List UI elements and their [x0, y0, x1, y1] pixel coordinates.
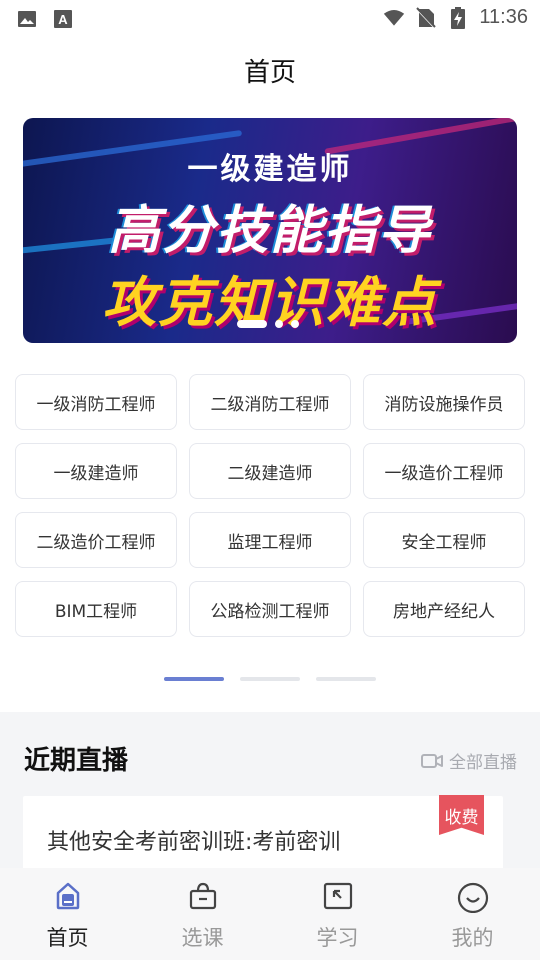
category-button[interactable]: 公路检测工程师: [189, 581, 351, 637]
category-button[interactable]: 一级造价工程师: [363, 443, 525, 499]
promo-banner[interactable]: 一级建造师 高分技能指导 攻克知识难点: [23, 118, 517, 343]
category-button[interactable]: 房地产经纪人: [363, 581, 525, 637]
tab-label: 我的: [451, 926, 494, 950]
category-button[interactable]: 监理工程师: [189, 512, 351, 568]
tab-courses[interactable]: 选课: [135, 868, 270, 960]
tab-home[interactable]: 首页: [0, 868, 135, 960]
font-icon: A: [52, 8, 74, 30]
pager-bar: [240, 677, 300, 681]
image-icon: [16, 8, 38, 30]
tab-label: 学习: [316, 926, 359, 950]
status-bar: A 11:36: [0, 0, 540, 36]
svg-text:A: A: [58, 12, 68, 27]
category-button[interactable]: 安全工程师: [363, 512, 525, 568]
video-camera-icon: [421, 750, 443, 772]
home-icon: [50, 878, 86, 914]
no-sim-icon: [415, 6, 437, 29]
category-button[interactable]: 一级建造师: [15, 443, 177, 499]
all-live-link[interactable]: 全部直播: [421, 748, 517, 773]
banner-dot: [291, 320, 299, 328]
tab-profile[interactable]: 我的: [405, 868, 540, 960]
category-button[interactable]: 二级造价工程师: [15, 512, 177, 568]
battery-charging-icon: [447, 6, 469, 29]
bottom-tab-bar: 首页 选课 学习 我的: [0, 868, 540, 960]
tab-study[interactable]: 学习: [270, 868, 405, 960]
tab-label: 选课: [181, 926, 224, 950]
tab-label: 首页: [46, 926, 89, 950]
banner-dot: [275, 320, 283, 328]
pager-bar-active: [164, 677, 224, 681]
study-icon: [320, 878, 356, 914]
all-live-label: 全部直播: [449, 753, 517, 773]
category-button[interactable]: 一级消防工程师: [15, 374, 177, 430]
live-section-title: 近期直播: [24, 746, 129, 776]
live-course-card[interactable]: 其他安全考前密训班:考前密训 收费: [23, 795, 503, 876]
category-button[interactable]: 消防设施操作员: [363, 374, 525, 430]
category-button[interactable]: 二级建造师: [189, 443, 351, 499]
category-pager: [164, 677, 376, 681]
category-button[interactable]: 二级消防工程师: [189, 374, 351, 430]
pager-bar: [316, 677, 376, 681]
banner-headline: 高分技能指导: [107, 201, 432, 261]
banner-subtitle: 一级建造师: [187, 152, 353, 187]
basket-icon: [185, 878, 221, 914]
smile-icon: [455, 878, 491, 914]
banner-indicator: [237, 320, 299, 328]
wifi-icon: [383, 7, 405, 29]
live-course-title: 其他安全考前密训班:考前密训: [47, 830, 341, 855]
category-grid: 一级消防工程师 二级消防工程师 消防设施操作员 一级建造师 二级建造师 一级造价…: [15, 374, 526, 637]
page-title: 首页: [243, 58, 296, 88]
live-section: 近期直播 全部直播 其他安全考前密训班:考前密训 收费: [0, 712, 540, 876]
paid-badge: 收费: [439, 795, 484, 835]
banner-dot-active: [237, 320, 267, 328]
category-button[interactable]: BIM工程师: [15, 581, 177, 637]
status-time: 11:36: [479, 6, 528, 28]
